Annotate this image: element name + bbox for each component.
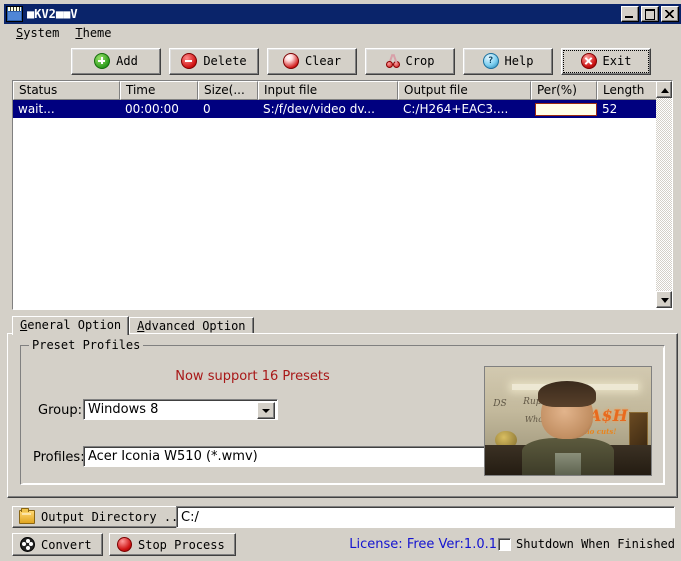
minimize-icon [625,16,633,18]
tab-advanced-option[interactable]: Advanced Option [129,317,254,334]
app-icon [6,6,23,22]
help-button-label: Help [504,54,534,68]
toolbar: Add Delete Clear Crop ? Help Exit [4,44,681,78]
title-bar: ■KV2■■V [4,4,681,24]
add-icon [94,53,111,69]
exit-button-label: Exit [602,54,632,68]
window-controls [621,6,679,22]
window-title: ■KV2■■V [27,7,78,21]
column-header-length[interactable]: Length [597,81,658,100]
help-icon: ? [482,53,499,69]
cell-percent [531,102,597,116]
profiles-combobox[interactable]: Acer Iconia W510 (*.wmv) [83,446,517,467]
cell-input-file: S:/f/dev/video dv... [263,102,375,116]
output-path-input[interactable]: C:/ [176,506,675,528]
clear-button[interactable]: Clear [267,47,357,75]
license-text: License: Free Ver:1.0.1 [349,537,497,552]
cell-status: wait... [18,102,55,116]
folder-icon [19,508,35,524]
thumbnail-sign-text-1: DS [493,399,507,410]
chevron-down-icon[interactable] [257,402,275,419]
close-icon [665,10,674,18]
column-header-size[interactable]: Size(... [198,81,258,100]
menu-item-system-label: ystem [23,26,60,40]
clear-button-label: Clear [304,54,342,68]
exit-icon [580,53,597,69]
cell-output-file: C:/H264+EAC3.... [403,102,509,116]
chevron-down-icon [661,298,669,303]
film-reel-icon [20,537,35,552]
crop-button[interactable]: Crop [365,47,455,75]
tab-advanced-option-label: dvanced Option [144,319,246,333]
cell-time: 00:00:00 [125,102,179,116]
menu-item-theme-label: heme [82,26,112,40]
cell-length: 52 [602,102,618,116]
help-button[interactable]: ? Help [463,47,553,75]
profiles-label: Profiles: [33,450,85,465]
shutdown-when-finished-label: Shutdown When Finished [516,537,675,551]
delete-button-label: Delete [203,54,247,68]
file-list[interactable]: Status Time Size(... Input file Output f… [12,80,673,310]
file-list-body: wait... 00:00:00 0 S:/f/dev/video dv... … [13,100,672,309]
tab-panel-general-option: Preset Profiles Now support 16 Presets G… [7,333,678,498]
vertical-scrollbar[interactable] [656,81,672,308]
group-combobox[interactable]: Windows 8 [83,399,278,420]
shutdown-when-finished-checkbox[interactable]: Shutdown When Finished [498,537,675,551]
crop-button-label: Crop [405,54,435,68]
minimize-button[interactable] [621,6,639,22]
table-row[interactable]: wait... 00:00:00 0 S:/f/dev/video dv... … [13,100,672,118]
maximize-icon [645,9,655,20]
tab-general-option[interactable]: General Option [12,316,130,335]
scroll-up-button[interactable] [656,81,672,98]
stop-process-button-label: Stop Process [138,537,225,552]
column-header-percent[interactable]: Per(%) [531,81,597,100]
scrollbar-track[interactable] [656,98,672,291]
column-header-input-file[interactable]: Input file [258,81,398,100]
cell-size: 0 [203,102,211,116]
menu-item-system[interactable]: System [8,25,67,41]
scissors-icon [385,54,400,68]
application-window: ■KV2■■V System Theme Add Delete Clear Cr… [0,0,681,561]
convert-button-label: Convert [41,537,92,552]
add-button[interactable]: Add [71,47,161,75]
stop-icon [117,537,132,552]
output-path-value: C:/ [181,509,199,525]
clear-icon [282,53,299,69]
delete-icon [181,53,198,69]
close-button[interactable] [661,6,679,22]
profiles-combobox-value: Acer Iconia W510 (*.wmv) [88,449,258,464]
column-header-time[interactable]: Time [120,81,198,100]
add-button-label: Add [116,54,138,68]
file-list-header: Status Time Size(... Input file Output f… [13,81,672,100]
column-header-output-file[interactable]: Output file [398,81,531,100]
stop-process-button[interactable]: Stop Process [109,533,236,556]
group-label: Group: [38,403,82,418]
exit-button[interactable]: Exit [561,47,651,75]
menu-bar: System Theme [4,24,681,42]
delete-button[interactable]: Delete [169,47,259,75]
scroll-down-button[interactable] [656,291,672,308]
bottom-bar: Convert Stop Process License: Free Ver:1… [10,533,675,559]
tab-general-option-label: eneral Option [27,318,122,332]
video-thumbnail: DS Rupkya Wholesale F CA$H no cuts! [484,366,652,476]
tab-bar: General Option Advanced Option [12,316,254,335]
maximize-button[interactable] [641,6,659,22]
output-directory-button-label: Output Directory ... [41,510,186,524]
progress-bar [535,102,597,116]
preset-profiles-groupbox: Preset Profiles Now support 16 Presets G… [20,338,665,485]
group-combobox-value: Windows 8 [88,402,159,417]
output-directory-button[interactable]: Output Directory ... [12,506,195,528]
column-header-status[interactable]: Status [13,81,120,100]
output-directory-row: Output Directory ... C:/ [10,506,675,530]
checkbox-box[interactable] [498,537,512,551]
menu-item-theme[interactable]: Theme [67,25,119,41]
convert-button[interactable]: Convert [12,533,103,556]
groupbox-title: Preset Profiles [29,338,144,352]
chevron-up-icon [661,88,669,93]
